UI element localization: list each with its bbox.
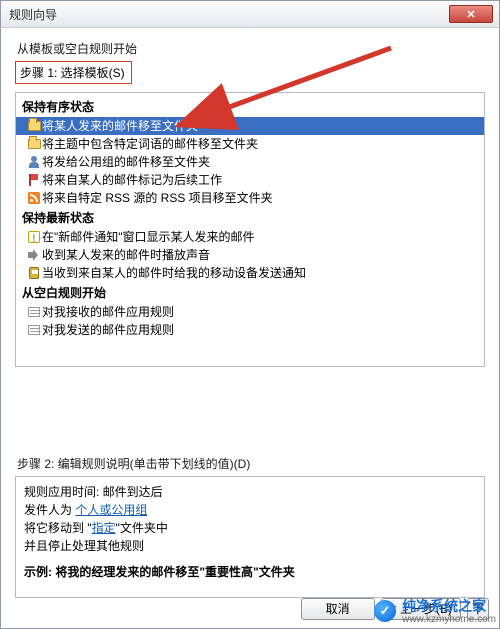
template-item-flag-followup[interactable]: 将来自某人的邮件标记为后续工作 <box>16 171 484 189</box>
desc-line-from: 发件人为 个人或公用组 <box>24 501 476 519</box>
rule-icon <box>26 304 42 320</box>
dialog-body: 从模板或空白规则开始 步骤 1: 选择模板(S) 保持有序状态 将某人发来的邮件… <box>0 28 500 629</box>
template-item-alert-window[interactable]: 在"新邮件通知"窗口显示某人发来的邮件 <box>16 228 484 246</box>
template-list[interactable]: 保持有序状态 将某人发来的邮件移至文件夹 将主题中包含特定词语的邮件移至文件夹 … <box>15 92 485 367</box>
rss-icon <box>26 190 42 206</box>
group-header: 保持有序状态 <box>16 96 484 117</box>
wizard-button-row: 取消 < 上一步(B) 下 <box>1 598 499 620</box>
template-item-play-sound[interactable]: 收到某人发来的邮件时播放声音 <box>16 246 484 264</box>
flag-icon <box>26 172 42 188</box>
template-item-move-public-group[interactable]: 将发给公用组的邮件移至文件夹 <box>16 153 484 171</box>
group-header: 从空白规则开始 <box>16 282 484 303</box>
titlebar: 规则向导 ✕ <box>0 0 500 28</box>
rule-icon <box>26 322 42 338</box>
alert-icon <box>26 229 42 245</box>
template-item-blank-send[interactable]: 对我发送的邮件应用规则 <box>16 321 484 339</box>
template-item-mobile-notify[interactable]: 当收到来自某人的邮件时给我的移动设备发送通知 <box>16 264 484 282</box>
template-item-label: 对我发送的邮件应用规则 <box>42 321 174 339</box>
desc-line-when: 规则应用时间: 邮件到达后 <box>24 483 476 501</box>
desc-line-move: 将它移动到 "指定"文件夹中 <box>24 519 476 537</box>
intro-text: 从模板或空白规则开始 <box>17 40 487 57</box>
close-icon: ✕ <box>466 8 475 21</box>
template-item-label: 将来自某人的邮件标记为后续工作 <box>42 171 222 189</box>
desc-example: 示例: 将我的经理发来的邮件移至"重要性高"文件夹 <box>24 563 476 581</box>
desc-line-stop: 并且停止处理其他规则 <box>24 537 476 555</box>
back-button[interactable]: < 上一步(B) <box>381 598 461 620</box>
rule-description-box: 规则应用时间: 邮件到达后 发件人为 个人或公用组 将它移动到 "指定"文件夹中… <box>15 476 485 598</box>
template-item-label: 将主题中包含特定词语的邮件移至文件夹 <box>42 135 258 153</box>
template-item-label: 在"新邮件通知"窗口显示某人发来的邮件 <box>42 228 255 246</box>
template-item-label: 当收到来自某人的邮件时给我的移动设备发送通知 <box>42 264 306 282</box>
template-item-move-subject-words[interactable]: 将主题中包含特定词语的邮件移至文件夹 <box>16 135 484 153</box>
next-button[interactable]: 下 <box>467 598 489 620</box>
folder-icon <box>26 136 42 152</box>
phone-icon <box>26 265 42 281</box>
step2-label: 步骤 2: 编辑规则说明(单击带下划线的值)(D) <box>17 455 485 472</box>
template-item-blank-receive[interactable]: 对我接收的邮件应用规则 <box>16 303 484 321</box>
group-header: 保持最新状态 <box>16 207 484 228</box>
step1-label: 步骤 1: 选择模板(S) <box>15 61 132 84</box>
template-item-label: 将来自特定 RSS 源的 RSS 项目移至文件夹 <box>42 189 273 207</box>
sound-icon <box>26 247 42 263</box>
template-item-label: 将某人发来的邮件移至文件夹 <box>42 117 198 135</box>
template-item-label: 收到某人发来的邮件时播放声音 <box>42 246 210 264</box>
people-icon <box>26 154 42 170</box>
template-item-label: 将发给公用组的邮件移至文件夹 <box>42 153 210 171</box>
template-item-rss-move[interactable]: 将来自特定 RSS 源的 RSS 项目移至文件夹 <box>16 189 484 207</box>
dialog-title: 规则向导 <box>9 6 57 23</box>
cancel-button[interactable]: 取消 <box>301 598 375 620</box>
close-button[interactable]: ✕ <box>449 5 493 23</box>
folder-icon <box>26 118 42 134</box>
link-specified-folder[interactable]: 指定 <box>92 521 116 535</box>
template-item-label: 对我接收的邮件应用规则 <box>42 303 174 321</box>
link-people-or-group[interactable]: 个人或公用组 <box>75 503 147 517</box>
template-item-move-from-person[interactable]: 将某人发来的邮件移至文件夹 <box>16 117 484 135</box>
